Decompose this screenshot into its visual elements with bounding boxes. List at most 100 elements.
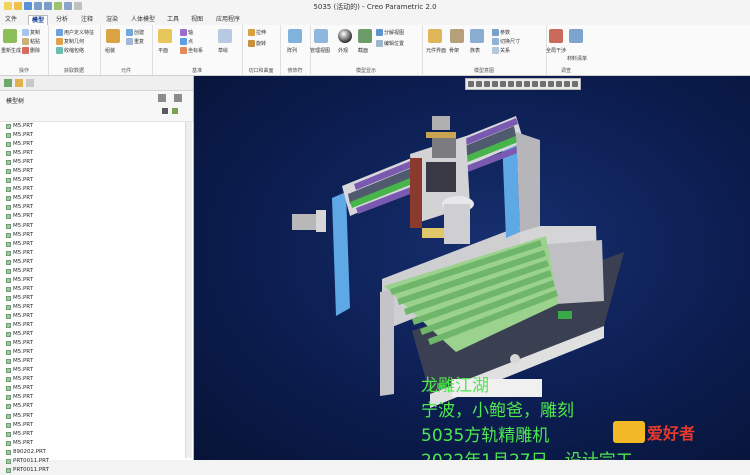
component-interface-button[interactable]: 元件界面 (426, 47, 446, 54)
copy-geometry-button[interactable]: 复制几何 (56, 38, 84, 45)
point-button[interactable]: 点 (180, 38, 193, 45)
section-icon[interactable] (358, 29, 372, 43)
global-interference-icon[interactable] (549, 29, 563, 43)
tree-item[interactable]: M5.PRT (6, 348, 182, 357)
tree-item[interactable]: M5.PRT (6, 357, 182, 366)
assemble-button[interactable]: 组装 (105, 47, 115, 54)
tab-render[interactable]: 渲染 (103, 15, 121, 24)
shrinkwrap-button[interactable]: 收缩包络 (56, 47, 84, 54)
tree-item[interactable]: M5.PRT (6, 122, 182, 131)
show-menu-icon[interactable] (174, 94, 182, 102)
parameters-button[interactable]: 参数 (492, 29, 510, 36)
tree-item[interactable]: M5.PRT (6, 276, 182, 285)
paste-button[interactable]: 粘贴 (22, 38, 40, 45)
extrude-button[interactable]: 拉伸 (248, 29, 266, 36)
tree-item[interactable]: PRT0011.PRT (6, 466, 182, 475)
relations-button[interactable]: 关系 (492, 47, 510, 54)
axis-button[interactable]: 轴 (180, 29, 193, 36)
tab-model[interactable]: 模型 (28, 15, 49, 25)
family-table-button[interactable]: 族表 (470, 47, 480, 54)
model-tree-tab-icon[interactable] (4, 79, 12, 87)
tree-item[interactable]: M5.PRT (6, 167, 182, 176)
switch-dimensions-button[interactable]: 切换尺寸 (492, 38, 520, 45)
tree-item[interactable]: M5.PRT (6, 267, 182, 276)
pattern-icon[interactable] (288, 29, 302, 43)
tree-item[interactable]: M5.PRT (6, 412, 182, 421)
skeleton-button[interactable]: 骨架 (449, 47, 459, 54)
tree-item[interactable]: M5.PRT (6, 194, 182, 203)
tree-item[interactable]: M5.PRT (6, 330, 182, 339)
tree-item[interactable]: M5.PRT (6, 393, 182, 402)
tree-item[interactable]: M5.PRT (6, 158, 182, 167)
tree-item[interactable]: M5.PRT (6, 285, 182, 294)
revolve-button[interactable]: 旋转 (248, 40, 266, 47)
global-interference-button[interactable]: 全局干涉 (546, 47, 566, 54)
tree-item[interactable]: M5.PRT (6, 231, 182, 240)
tab-annotate[interactable]: 注释 (78, 15, 96, 24)
tab-tools[interactable]: 工具 (164, 15, 182, 24)
search-icon[interactable] (162, 108, 168, 114)
tree-item[interactable]: M5.PRT (6, 212, 182, 221)
tree-item[interactable]: M5.PRT (6, 222, 182, 231)
folder-browser-tab-icon[interactable] (15, 79, 23, 87)
tree-item[interactable]: M5.PRT (6, 176, 182, 185)
sketch-icon[interactable] (218, 29, 232, 43)
pattern-button[interactable]: 阵列 (287, 47, 297, 54)
favorites-tab-icon[interactable] (26, 79, 34, 87)
section-button[interactable]: 截面 (358, 47, 368, 54)
tree-item[interactable]: M5.PRT (6, 131, 182, 140)
repeat-button[interactable]: 重复 (126, 38, 144, 45)
family-table-icon[interactable] (470, 29, 484, 43)
tree-item[interactable]: M5.PRT (6, 149, 182, 158)
tab-view[interactable]: 视图 (188, 15, 206, 24)
coordinate-system-button[interactable]: 坐标系 (180, 47, 203, 54)
appearance-button[interactable]: 外观 (338, 47, 348, 54)
tree-item[interactable]: M5.PRT (6, 366, 182, 375)
copy-button[interactable]: 复制 (22, 29, 40, 36)
bom-button[interactable]: 材料清单 (567, 55, 587, 62)
tree-item[interactable]: M5.PRT (6, 439, 182, 448)
tree-item[interactable]: 890202.PRT (6, 448, 182, 457)
tree-item[interactable]: M5.PRT (6, 203, 182, 212)
tree-item[interactable]: M5.PRT (6, 249, 182, 258)
tree-item[interactable]: M5.PRT (6, 339, 182, 348)
assemble-icon[interactable] (106, 29, 120, 43)
manage-views-button[interactable]: 管理视图 (310, 47, 330, 54)
model-tree-scrollbar[interactable] (185, 122, 192, 458)
tree-item[interactable]: M5.PRT (6, 375, 182, 384)
appearance-icon[interactable] (338, 29, 352, 43)
regenerate-button[interactable]: 重新生成 (1, 47, 21, 54)
tree-item[interactable]: PRT0011.PRT (6, 457, 182, 466)
tree-item[interactable]: M5.PRT (6, 430, 182, 439)
edit-position-button[interactable]: 编辑位置 (376, 40, 404, 47)
plane-button[interactable]: 平面 (158, 47, 168, 54)
bom-icon[interactable] (569, 29, 583, 43)
tree-item[interactable]: M5.PRT (6, 421, 182, 430)
explode-view-button[interactable]: 分解视图 (376, 29, 404, 36)
tree-item[interactable]: M5.PRT (6, 140, 182, 149)
tree-item[interactable]: M5.PRT (6, 384, 182, 393)
tree-item[interactable]: M5.PRT (6, 321, 182, 330)
delete-button[interactable]: 删除 (22, 47, 40, 54)
manage-views-icon[interactable] (314, 29, 328, 43)
tree-item[interactable]: M5.PRT (6, 294, 182, 303)
create-button[interactable]: 创建 (126, 29, 144, 36)
plane-icon[interactable] (158, 29, 172, 43)
tab-manikin[interactable]: 人体模型 (128, 15, 158, 24)
tab-analysis[interactable]: 分析 (53, 15, 71, 24)
user-feature-button[interactable]: 用户定义特征 (56, 29, 94, 36)
skeleton-icon[interactable] (450, 29, 464, 43)
graphics-window[interactable]: 龙雕江湖 宁波，小鲍爸，雕刻 5035方轨精雕机 2022年1月27日，设计完工 (194, 76, 750, 460)
tree-item[interactable]: M5.PRT (6, 303, 182, 312)
tree-item[interactable]: M5.PRT (6, 185, 182, 194)
tab-file[interactable]: 文件 (2, 15, 20, 24)
regenerate-icon[interactable] (3, 29, 17, 43)
tree-item[interactable]: M5.PRT (6, 258, 182, 267)
filter-icon[interactable] (172, 108, 178, 114)
tab-applications[interactable]: 应用程序 (213, 15, 243, 24)
tree-settings-icon[interactable] (158, 94, 166, 102)
tree-item[interactable]: M5.PRT (6, 402, 182, 411)
tree-item[interactable]: M5.PRT (6, 240, 182, 249)
tree-item[interactable]: M5.PRT (6, 312, 182, 321)
component-interface-icon[interactable] (428, 29, 442, 43)
